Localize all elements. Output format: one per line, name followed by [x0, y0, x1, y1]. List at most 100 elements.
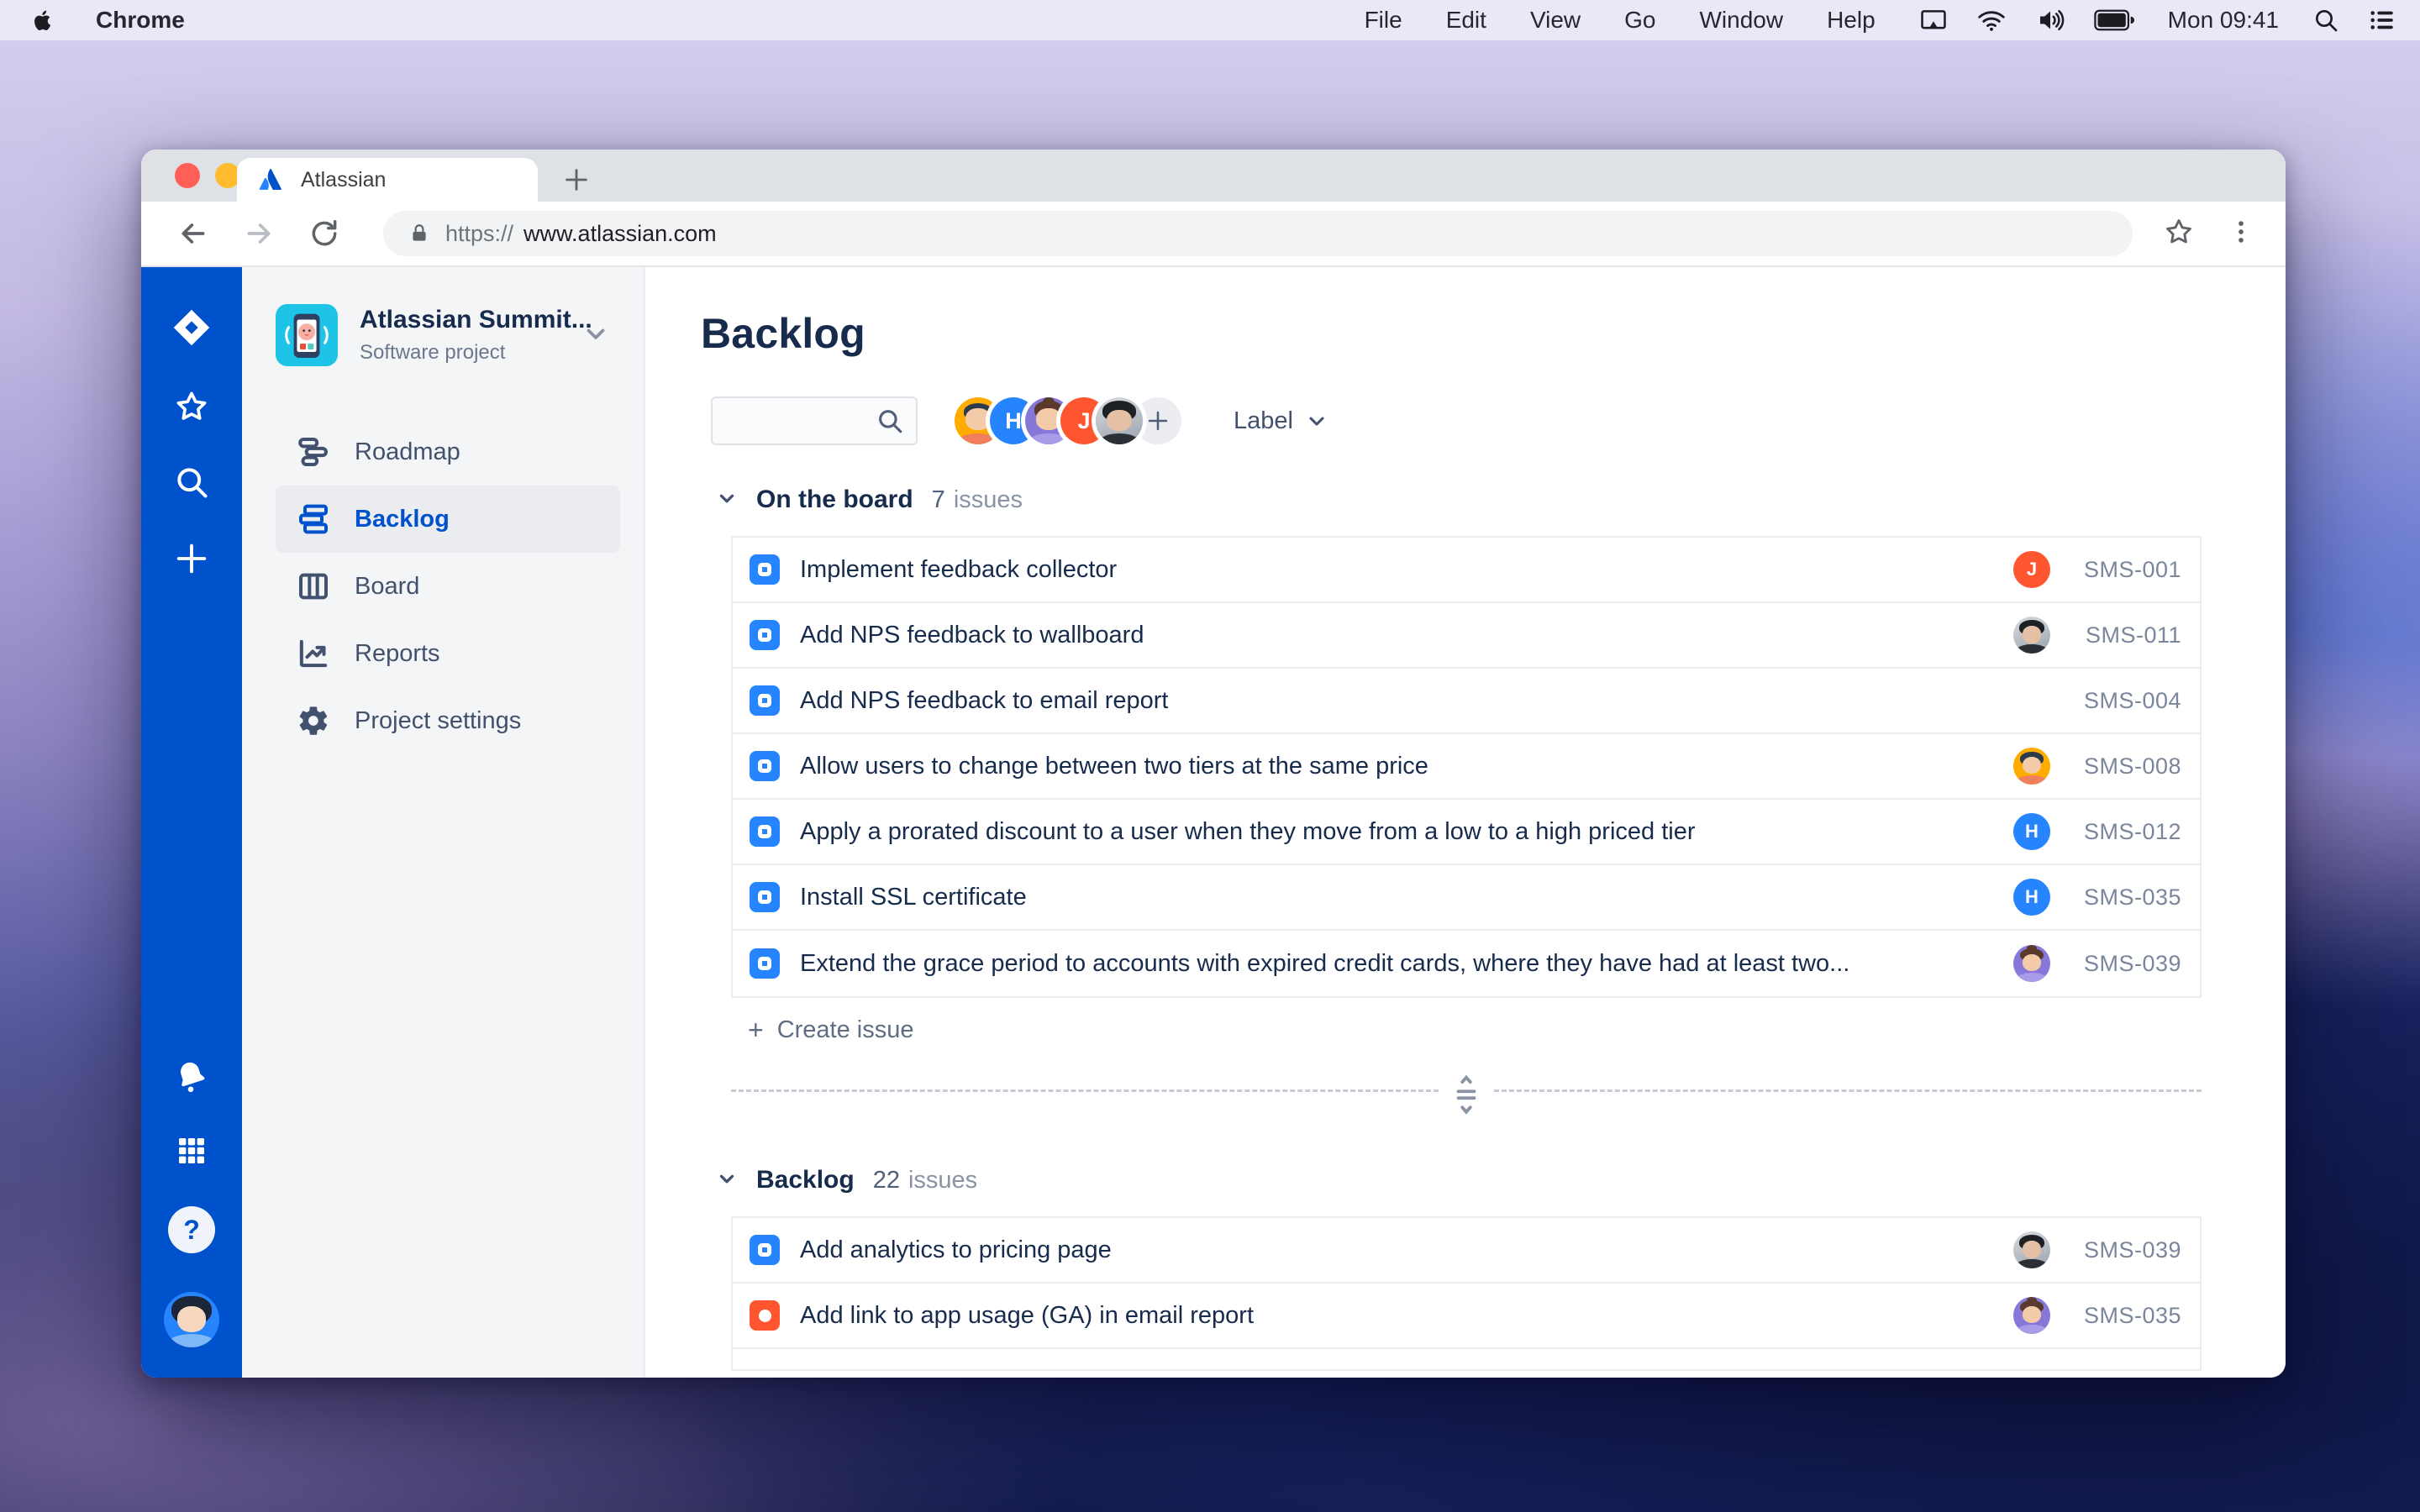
create-issue-label: Create issue [776, 1016, 914, 1043]
search-icon[interactable] [173, 464, 210, 501]
project-switcher[interactable]: Atlassian Summit... Software project [276, 304, 644, 366]
back-button[interactable] [171, 212, 215, 255]
assignee-avatar[interactable] [2013, 1231, 2050, 1268]
app-switcher-grid-icon[interactable] [175, 1134, 208, 1168]
issue-title: Implement feedback collector [800, 555, 1118, 583]
menu-list-icon[interactable] [2368, 6, 2396, 34]
issue-row[interactable]: Allow users to change between two tiers … [733, 734, 2200, 800]
collapse-chevron-icon[interactable] [716, 487, 738, 513]
section-header-backlog[interactable]: Backlog 22 issues [716, 1166, 2286, 1194]
story-icon [750, 1235, 780, 1265]
issue-key: SMS-035 [2083, 884, 2181, 910]
menubar-clock[interactable]: Mon 09:41 [2168, 7, 2279, 34]
issue-title: Add link to app usage (GA) in email repo… [800, 1301, 1254, 1329]
wifi-icon[interactable] [1976, 5, 2007, 35]
create-issue-button[interactable]: + Create issue [748, 1016, 2286, 1044]
new-tab-button[interactable] [558, 161, 595, 198]
sidebar-item-label: Backlog [355, 505, 450, 533]
issue-row[interactable]: Install SSL certificate H SMS-035 [733, 865, 2200, 931]
settings-gear-icon [296, 704, 331, 738]
issue-row[interactable]: Implement feedback collector J SMS-001 [733, 538, 2200, 603]
section-title: On the board [756, 486, 913, 513]
project-name: Atlassian Summit... [360, 306, 592, 333]
notifications-bell-icon[interactable] [173, 1058, 210, 1095]
jira-logo-icon[interactable] [170, 306, 213, 349]
assignee-avatar[interactable]: H [2013, 813, 2050, 850]
lock-icon[interactable] [408, 223, 430, 244]
issue-row[interactable]: Add link to app usage (GA) in email repo… [733, 1284, 2200, 1349]
menu-chrome[interactable]: Chrome [96, 7, 1321, 34]
macos-menubar: Chrome File Edit View Go Window Help Mon… [0, 0, 2420, 40]
bug-icon [750, 1300, 780, 1331]
issue-row[interactable]: Add NPS feedback to email report SMS-004 [733, 669, 2200, 734]
browser-tab-atlassian[interactable]: Atlassian [237, 158, 538, 202]
search-input[interactable] [724, 407, 876, 434]
sidebar-item-label: Roadmap [355, 438, 460, 465]
issue-row[interactable]: Extend the grace period to accounts with… [733, 931, 2200, 996]
starred-icon[interactable] [173, 388, 210, 425]
assignee-avatar[interactable] [2013, 617, 2050, 654]
section-header-on-the-board[interactable]: On the board 7 issues [716, 486, 2286, 514]
menu-window[interactable]: Window [1699, 7, 1783, 34]
reload-button[interactable] [302, 212, 346, 255]
menu-view[interactable]: View [1530, 7, 1581, 34]
menu-help[interactable]: Help [1827, 7, 1876, 34]
url-bar[interactable]: https:// www.atlassian.com [383, 211, 2133, 256]
menu-file[interactable]: File [1365, 7, 1402, 34]
volume-icon[interactable] [2035, 5, 2065, 35]
menu-go[interactable]: Go [1624, 7, 1655, 34]
roadmap-icon [296, 435, 331, 469]
user-profile-avatar[interactable] [164, 1292, 219, 1347]
sidebar-item-backlog[interactable]: Backlog [276, 486, 620, 553]
battery-icon[interactable] [2093, 9, 2134, 31]
sidebar-item-roadmap[interactable]: Roadmap [276, 418, 620, 486]
atlassian-favicon [257, 166, 284, 193]
browser-menu-icon[interactable] [2227, 218, 2255, 250]
story-icon [750, 685, 780, 716]
label-dropdown[interactable]: Label [1234, 407, 1328, 435]
search-input-wrap[interactable] [711, 396, 918, 445]
sidebar-item-label: Reports [355, 639, 440, 667]
spotlight-icon[interactable] [2312, 7, 2339, 34]
filter-controls: H J Label [711, 396, 2286, 445]
assignee-avatar[interactable] [2013, 1297, 2050, 1334]
tab-strip: Atlassian [141, 150, 2286, 202]
issue-key: SMS-035 [2083, 1302, 2181, 1328]
sidebar-item-project-settings[interactable]: Project settings [276, 687, 620, 754]
bookmark-star-icon[interactable] [2163, 216, 2195, 252]
issue-title: Extend the grace period to accounts with… [800, 949, 1850, 977]
issue-key: SMS-004 [2083, 687, 2181, 713]
issue-key: SMS-039 [2083, 950, 2181, 976]
project-type: Software project [360, 341, 506, 364]
apple-menu-icon[interactable] [30, 6, 59, 34]
section-issue-count: 7 [931, 486, 945, 513]
photo-man-avatar[interactable] [1096, 397, 1143, 444]
menu-edit[interactable]: Edit [1446, 7, 1486, 34]
story-icon [750, 620, 780, 650]
collapse-chevron-icon[interactable] [716, 1168, 738, 1194]
sidebar-item-reports[interactable]: Reports [276, 620, 620, 687]
tab-title: Atlassian [301, 167, 387, 192]
page-title: Backlog [701, 310, 865, 357]
display-icon[interactable] [1919, 6, 1948, 34]
close-window-button[interactable] [175, 163, 200, 188]
assignee-avatar[interactable] [2013, 748, 2050, 785]
assignee-avatar[interactable] [2013, 945, 2050, 982]
chevron-down-icon [581, 319, 610, 352]
issue-row[interactable]: Add NPS feedback to wallboard SMS-011 [733, 603, 2200, 669]
issue-row[interactable]: Apply a prorated discount to a user when… [733, 800, 2200, 865]
assignee-avatar[interactable]: H [2013, 879, 2050, 916]
issue-title: Allow users to change between two tiers … [800, 752, 1428, 780]
resize-handle-icon[interactable] [1440, 1075, 1492, 1116]
create-icon[interactable] [172, 539, 211, 578]
issue-key: SMS-001 [2083, 556, 2181, 582]
assignee-avatar-stack: H J [955, 397, 1181, 444]
story-icon [750, 882, 780, 912]
help-icon[interactable]: ? [168, 1206, 215, 1253]
issue-row[interactable]: Add analytics to pricing page SMS-039 [733, 1218, 2200, 1284]
assignee-avatar[interactable]: J [2013, 551, 2050, 588]
backlog-page: Backlog H J Label On the board 7 issues … [645, 267, 2286, 1378]
forward-button[interactable] [237, 212, 281, 255]
sidebar-item-board[interactable]: Board [276, 553, 620, 620]
sidebar-item-label: Project settings [355, 706, 522, 734]
